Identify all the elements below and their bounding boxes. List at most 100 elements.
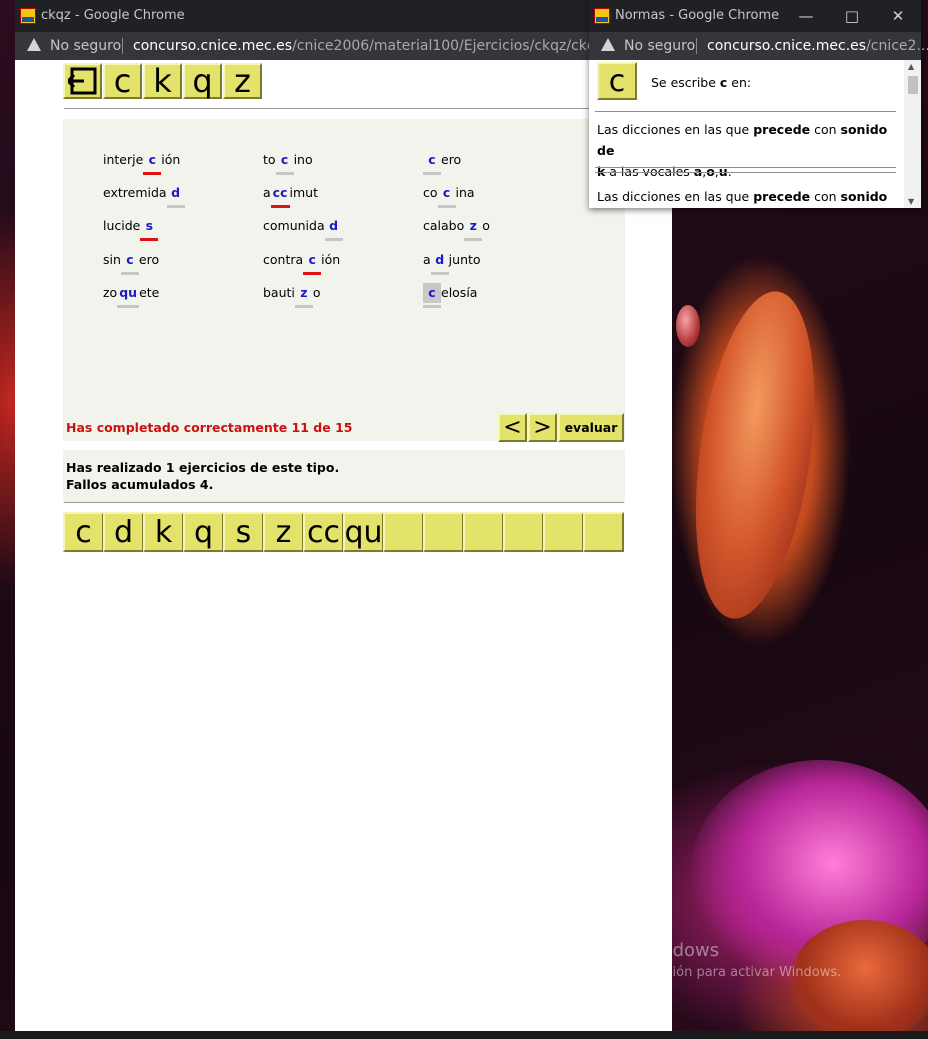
answer-blank[interactable]: z [294, 283, 313, 308]
answer-letter-button[interactable]: q [183, 512, 224, 552]
answer-blank[interactable]: z [464, 216, 483, 241]
url-host: concurso.cnice.mec.es [133, 38, 293, 54]
rule-text: con [810, 189, 841, 204]
word-item: bauti z o [263, 283, 321, 308]
previous-button[interactable]: < [498, 413, 527, 442]
answer-letter-button[interactable] [383, 512, 424, 552]
word-item: zo qu ete [103, 283, 159, 308]
scrollbar[interactable]: ▲ ▼ [904, 60, 921, 208]
word-item: interje c ión [103, 150, 181, 175]
answer-blank[interactable]: c [423, 150, 441, 175]
evaluate-button[interactable]: evaluar [558, 413, 624, 442]
word-prefix: extremida [103, 185, 167, 200]
rule-letter-button[interactable]: c [597, 62, 637, 100]
taskbar [0, 1031, 928, 1039]
divider [595, 172, 896, 173]
answer-letter-button[interactable]: d [103, 512, 144, 552]
letter-button-q[interactable]: q [183, 62, 222, 100]
answer-letter-button[interactable] [463, 512, 504, 552]
rule-2: Las dicciones en las que precede con son… [597, 186, 904, 208]
url-text[interactable]: concurso.cnice.mec.es/cnice2... [707, 38, 928, 54]
window-controls: — □ ✕ [783, 0, 921, 32]
answer-blank[interactable]: c [303, 250, 322, 275]
rules-content: c Se escribe c en: Las dicciones en las … [589, 60, 904, 208]
word-suffix: imut [289, 185, 318, 200]
word-suffix: ión [161, 152, 181, 167]
url-path: /cnice2... [866, 38, 928, 54]
answer-letter-button[interactable] [503, 512, 544, 552]
word-item: lucide s [103, 216, 159, 241]
answer-letter-button[interactable]: z [263, 512, 304, 552]
answer-letter-button[interactable]: qu [343, 512, 384, 552]
warning-icon[interactable] [27, 38, 41, 51]
answer-letter-button[interactable]: c [63, 512, 104, 552]
scroll-up-icon[interactable]: ▲ [908, 62, 914, 71]
word-prefix: contra [263, 252, 304, 267]
answer-blank[interactable]: d [430, 250, 449, 275]
page-content: c k q z interje c ión to c ino c ero extremida d a… [15, 60, 672, 1031]
rule-text: precede [753, 122, 811, 137]
word-prefix: a [423, 252, 431, 267]
warning-icon[interactable] [601, 38, 615, 51]
answer-blank[interactable]: c [275, 150, 294, 175]
answer-blank[interactable]: c [120, 250, 139, 275]
minimize-icon[interactable]: — [783, 0, 829, 32]
answer-blank[interactable]: c [143, 150, 162, 175]
heading-text: Se escribe [651, 75, 720, 90]
word-suffix: junto [448, 252, 481, 267]
rule-text: Las dicciones en las que [597, 189, 754, 204]
answer-blank[interactable]: c [423, 283, 441, 308]
answer-letter-button[interactable]: cc [303, 512, 344, 552]
answer-letter-button[interactable] [583, 512, 624, 552]
word-item: comunida d [263, 216, 343, 241]
word-item: extremida d [103, 183, 185, 208]
divider [64, 502, 624, 503]
address-bar[interactable]: No seguro concurso.cnice.mec.es/cnice2..… [589, 32, 928, 60]
answer-letter-button[interactable] [423, 512, 464, 552]
address-bar[interactable]: No seguro concurso.cnice.mec.es/cnice200… [15, 32, 672, 60]
letter-button-c[interactable]: c [103, 62, 142, 100]
word-suffix: ino [293, 152, 313, 167]
answer-blank[interactable]: qu [117, 283, 139, 308]
security-status[interactable]: No seguro [50, 38, 121, 54]
site-favicon-icon [20, 8, 36, 24]
security-status[interactable]: No seguro [624, 38, 695, 54]
word-prefix: sin [103, 252, 121, 267]
word-suffix: o [312, 285, 321, 300]
word-suffix: ión [321, 252, 341, 267]
letter-button-k[interactable]: k [143, 62, 182, 100]
rule-text: con [810, 122, 841, 137]
site-favicon-icon [594, 8, 610, 24]
word-item: contra c ión [263, 250, 341, 275]
rule-text: precede [753, 189, 811, 204]
maximize-icon[interactable]: □ [829, 0, 875, 32]
answer-blank[interactable]: cc [270, 183, 290, 208]
word-prefix: calabo [423, 218, 465, 233]
word-item: a d junto [423, 250, 481, 275]
scrollbar-thumb[interactable] [908, 76, 918, 94]
url-text[interactable]: concurso.cnice.mec.es/cnice2006/material… [133, 38, 644, 54]
answer-letter-button[interactable] [543, 512, 584, 552]
title-bar[interactable]: Normas - Google Chrome — □ ✕ [589, 0, 921, 32]
word-suffix: ero [138, 252, 160, 267]
address-separator [696, 38, 697, 54]
exit-arrow-icon [67, 67, 96, 95]
word-suffix: ina [455, 185, 475, 200]
exit-button[interactable] [63, 63, 102, 99]
answer-blank[interactable]: d [166, 183, 185, 208]
word-prefix: to [263, 152, 276, 167]
answer-letter-button[interactable]: s [223, 512, 264, 552]
word-prefix: lucide [103, 218, 141, 233]
answer-blank[interactable]: c [437, 183, 456, 208]
close-icon[interactable]: ✕ [875, 0, 921, 32]
next-button[interactable]: > [528, 413, 557, 442]
url-host: concurso.cnice.mec.es [707, 38, 867, 54]
rule-heading: Se escribe c en: [651, 72, 751, 93]
title-bar[interactable]: ckqz - Google Chrome [15, 0, 672, 32]
answer-blank[interactable]: s [140, 216, 159, 241]
answer-letter-button[interactable]: k [143, 512, 184, 552]
letter-button-z[interactable]: z [223, 62, 262, 100]
word-item: calabo z o [423, 216, 490, 241]
scroll-down-icon[interactable]: ▼ [908, 197, 914, 206]
answer-blank[interactable]: d [324, 216, 343, 241]
